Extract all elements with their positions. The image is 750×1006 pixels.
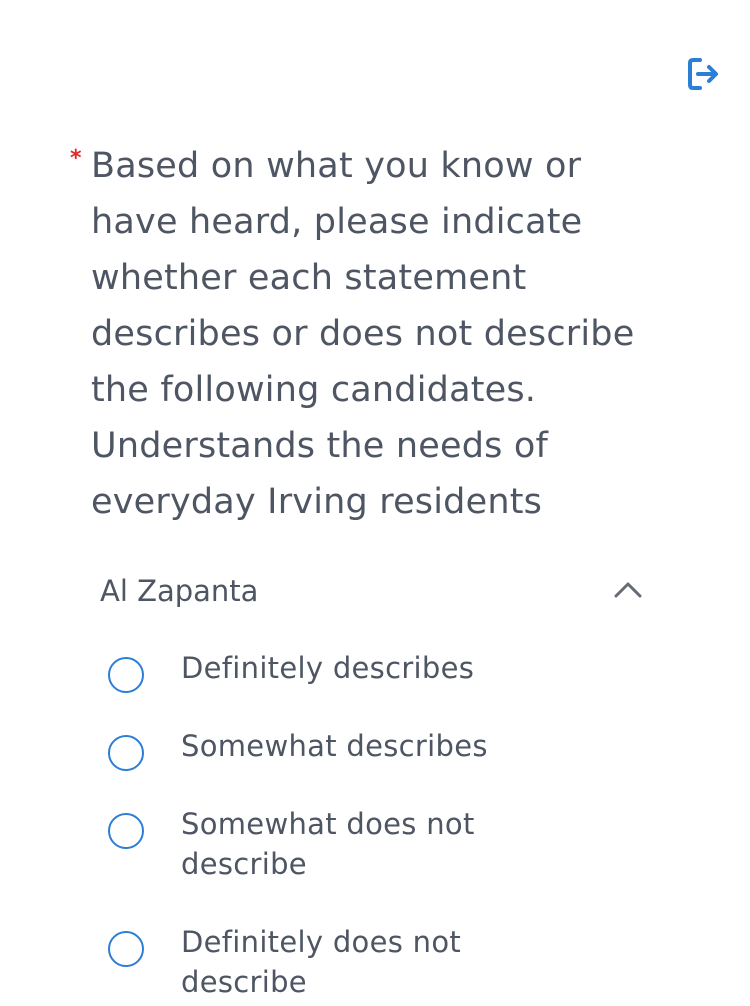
option-label: Somewhat does not describe bbox=[181, 804, 511, 884]
answer-options: Definitely describes Somewhat describes … bbox=[108, 648, 668, 1002]
option-label-line: Somewhat describes bbox=[181, 729, 488, 763]
exit-button[interactable] bbox=[686, 56, 722, 92]
option-label-line: Definitely does not bbox=[181, 925, 462, 959]
option-definitely-describes[interactable]: Definitely describes bbox=[108, 648, 668, 726]
question-block: * Based on what you know or have heard, … bbox=[70, 138, 670, 530]
candidate-accordion-header[interactable]: Al Zapanta bbox=[100, 568, 648, 614]
question-line: Based on what you know or bbox=[91, 146, 582, 186]
option-label-line: describe bbox=[181, 965, 307, 999]
question-line: whether each statement bbox=[91, 258, 527, 298]
required-marker: * bbox=[70, 146, 82, 171]
option-somewhat-describes[interactable]: Somewhat describes bbox=[108, 726, 668, 804]
question-line: everyday Irving residents bbox=[91, 482, 543, 522]
question-line: have heard, please indicate bbox=[91, 202, 583, 242]
candidate-name: Al Zapanta bbox=[100, 574, 259, 608]
exit-icon bbox=[688, 58, 718, 90]
option-label: Definitely describes bbox=[181, 648, 511, 688]
question-line: the following candidates. bbox=[91, 370, 537, 410]
option-label-line: Definitely describes bbox=[181, 651, 475, 685]
question-line: Understands the needs of bbox=[91, 426, 549, 466]
radio-button[interactable] bbox=[108, 735, 144, 771]
option-label: Definitely does not describe bbox=[181, 922, 511, 1002]
survey-page: * Based on what you know or have heard, … bbox=[0, 0, 750, 1006]
question-line: describes or does not describe bbox=[91, 314, 635, 354]
radio-button[interactable] bbox=[108, 931, 144, 967]
radio-button[interactable] bbox=[108, 813, 144, 849]
option-somewhat-does-not-describe[interactable]: Somewhat does not describe bbox=[108, 804, 668, 922]
radio-button[interactable] bbox=[108, 657, 144, 693]
chevron-up-icon bbox=[614, 582, 642, 598]
option-label: Somewhat describes bbox=[181, 726, 511, 766]
option-label-line: describe bbox=[181, 847, 307, 881]
option-label-line: Somewhat does not bbox=[181, 807, 475, 841]
chevron-up-icon-path bbox=[614, 582, 642, 598]
question-text: Based on what you know or have heard, pl… bbox=[91, 138, 670, 530]
option-definitely-does-not-describe[interactable]: Definitely does not describe bbox=[108, 922, 668, 1002]
